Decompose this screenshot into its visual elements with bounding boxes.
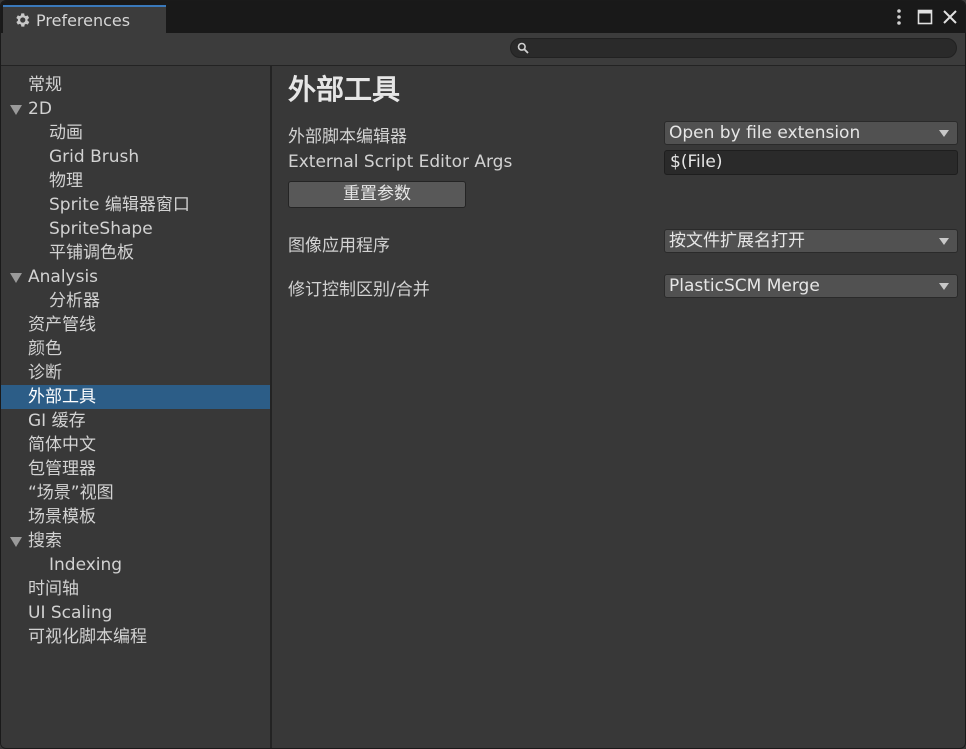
sidebar-item[interactable]: “场景”视图	[1, 481, 270, 505]
sidebar-item-label: 2D	[28, 99, 52, 119]
sidebar-item-label: 时间轴	[28, 579, 79, 599]
expand-arrow-icon[interactable]	[10, 537, 22, 547]
sidebar-item[interactable]: 场景模板	[1, 505, 270, 529]
sidebar-item[interactable]: GI 缓存	[1, 409, 270, 433]
preferences-tab[interactable]: Preferences	[3, 5, 166, 33]
close-icon	[943, 10, 957, 24]
search-input[interactable]	[510, 38, 957, 58]
external-script-editor-label: 外部脚本编辑器	[288, 127, 407, 147]
sidebar-item[interactable]: 搜索	[1, 529, 270, 553]
sidebar-item[interactable]: 简体中文	[1, 433, 270, 457]
kebab-menu-icon	[897, 9, 901, 25]
revision-control-diff-label: 修订控制区别/合并	[288, 280, 430, 300]
sidebar-item-label: 场景模板	[28, 507, 96, 527]
sidebar-item-label: 包管理器	[28, 459, 96, 479]
external-script-editor-args-value: $(File)	[670, 152, 723, 172]
sidebar-item[interactable]: 时间轴	[1, 577, 270, 601]
sidebar-item[interactable]: 可视化脚本编程	[1, 625, 270, 649]
sidebar-item[interactable]: 诊断	[1, 361, 270, 385]
sidebar-item[interactable]: SpriteShape	[1, 217, 270, 241]
sidebar-item-label: 可视化脚本编程	[28, 627, 147, 647]
sidebar-item[interactable]: 常规	[1, 73, 270, 97]
sidebar-item-label: 搜索	[28, 531, 62, 551]
sidebar-item-label: UI Scaling	[28, 603, 113, 623]
sidebar-item-label: Indexing	[49, 555, 123, 575]
sidebar-item-label: 平铺调色板	[49, 243, 134, 263]
maximize-button[interactable]	[915, 7, 935, 27]
title-bar: Preferences	[1, 1, 965, 33]
sidebar-item[interactable]: 分析器	[1, 289, 270, 313]
dropdown-caret-icon	[939, 130, 949, 137]
sidebar-item[interactable]: Analysis	[1, 265, 270, 289]
sidebar: 常规 2D 动画 Grid Brush 物理 Sprite 编辑器窗口 SpriteShap…	[1, 66, 272, 748]
preferences-window: Preferences 常规 2D 动画 Grid Brush 物理 Sprit…	[0, 0, 966, 749]
sidebar-item-label: 分析器	[49, 291, 100, 311]
image-application-dropdown[interactable]: 按文件扩展名打开	[664, 229, 958, 253]
sidebar-item-label: 动画	[49, 123, 83, 143]
toolbar	[1, 33, 965, 66]
image-application-value: 按文件扩展名打开	[669, 231, 805, 251]
dropdown-caret-icon	[939, 238, 949, 245]
external-script-editor-value: Open by file extension	[669, 123, 861, 143]
sidebar-item[interactable]: 外部工具	[1, 385, 270, 409]
main-panel: 外部工具 外部脚本编辑器 Open by file extension Exte…	[272, 66, 965, 748]
kebab-menu-button[interactable]	[891, 7, 907, 27]
sidebar-item[interactable]: 包管理器	[1, 457, 270, 481]
image-application-label: 图像应用程序	[288, 236, 390, 256]
sidebar-item-label: 诊断	[28, 363, 62, 383]
sidebar-item-label: 常规	[28, 75, 62, 95]
sidebar-item[interactable]: Grid Brush	[1, 145, 270, 169]
reset-arguments-button[interactable]: 重置参数	[288, 181, 466, 208]
sidebar-item-label: 资产管线	[28, 315, 96, 335]
sidebar-item-label: 简体中文	[28, 435, 96, 455]
sidebar-item[interactable]: 物理	[1, 169, 270, 193]
sidebar-item[interactable]: 资产管线	[1, 313, 270, 337]
external-script-editor-args-label: External Script Editor Args	[288, 152, 513, 172]
sidebar-item-label: 外部工具	[28, 387, 96, 407]
external-script-editor-args-input[interactable]: $(File)	[664, 150, 958, 175]
sidebar-item-label: 颜色	[28, 339, 62, 359]
sidebar-item[interactable]: Indexing	[1, 553, 270, 577]
revision-control-diff-dropdown[interactable]: PlasticSCM Merge	[664, 274, 958, 298]
expand-arrow-icon[interactable]	[10, 273, 22, 283]
expand-arrow-icon[interactable]	[10, 105, 22, 115]
sidebar-item-label: Sprite 编辑器窗口	[49, 195, 190, 215]
sidebar-item-label: GI 缓存	[28, 411, 86, 431]
sidebar-item-label: Grid Brush	[49, 147, 140, 167]
sidebar-item-label: “场景”视图	[28, 483, 114, 503]
sidebar-item[interactable]: 2D	[1, 97, 270, 121]
revision-control-diff-value: PlasticSCM Merge	[669, 276, 820, 296]
sidebar-item[interactable]: 平铺调色板	[1, 241, 270, 265]
search-icon	[517, 42, 529, 54]
external-script-editor-dropdown[interactable]: Open by file extension	[664, 121, 958, 145]
page-title: 外部工具	[288, 73, 401, 106]
sidebar-item-label: Analysis	[28, 267, 99, 287]
sidebar-item[interactable]: Sprite 编辑器窗口	[1, 193, 270, 217]
dropdown-caret-icon	[939, 283, 949, 290]
window-title: Preferences	[36, 10, 131, 30]
sidebar-item[interactable]: UI Scaling	[1, 601, 270, 625]
sidebar-item[interactable]: 动画	[1, 121, 270, 145]
sidebar-item-label: 物理	[49, 171, 83, 191]
gear-icon	[16, 13, 30, 27]
sidebar-item[interactable]: 颜色	[1, 337, 270, 361]
maximize-icon	[917, 9, 933, 25]
sidebar-item-label: SpriteShape	[49, 219, 153, 239]
close-button[interactable]	[939, 7, 961, 27]
